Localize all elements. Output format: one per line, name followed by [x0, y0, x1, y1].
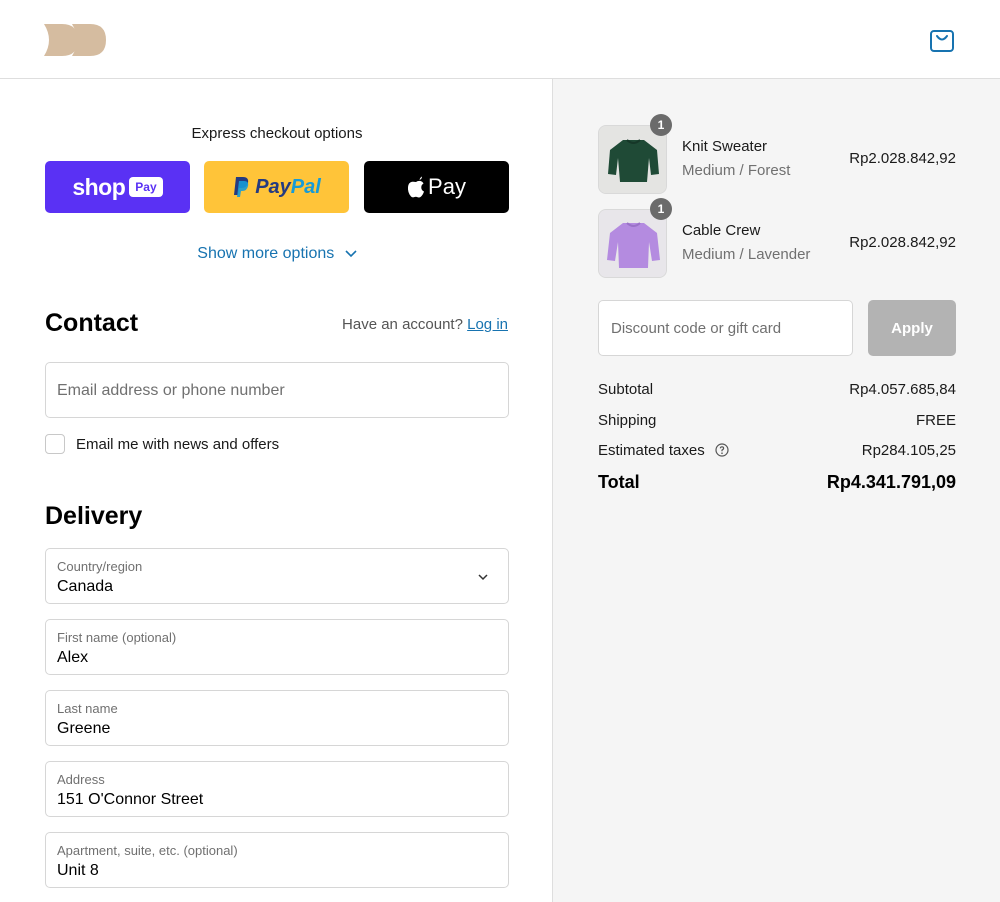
address-label: Address — [57, 772, 105, 787]
last-name-label: Last name — [57, 701, 118, 716]
account-prompt: Have an account? Log in — [342, 316, 508, 333]
discount-code-input[interactable]: Discount code or gift card — [598, 300, 853, 356]
item-price: Rp2.028.842,92 — [849, 234, 956, 251]
login-link[interactable]: Log in — [467, 316, 508, 333]
quantity-badge: 1 — [650, 198, 672, 220]
taxes-label: Estimated taxes — [598, 442, 705, 459]
address-value: 151 O'Connor Street — [57, 791, 204, 808]
apply-discount-button[interactable]: Apply — [868, 300, 956, 356]
email-field[interactable]: Email address or phone number — [45, 362, 509, 418]
show-more-options-link[interactable]: Show more options — [45, 245, 509, 263]
show-more-options-label: Show more options — [197, 245, 335, 262]
last-name-value: Greene — [57, 720, 111, 737]
taxes-row: Estimated taxes Rp284.105,25 — [598, 442, 956, 459]
taxes-value: Rp284.105,25 — [861, 442, 956, 459]
cart-item: 1 Cable Crew Medium / Lavender Rp2.028.8… — [598, 198, 956, 279]
help-circle-icon[interactable] — [715, 443, 729, 457]
shipping-row: Shipping FREE — [598, 412, 956, 429]
express-checkout-title: Express checkout options — [191, 125, 363, 142]
shop-pay-button[interactable]: shop Pay — [45, 161, 190, 213]
address-field[interactable]: Address 151 O'Connor Street — [45, 761, 509, 817]
order-summary: 1 Knit Sweater Medium / Forest Rp2.028.8… — [552, 79, 1000, 902]
first-name-label: First name (optional) — [57, 630, 177, 645]
item-variant: Medium / Forest — [682, 162, 791, 179]
brand-logo-icon[interactable] — [44, 22, 108, 58]
subtotal-row: Subtotal Rp4.057.685,84 — [598, 381, 956, 398]
email-placeholder: Email address or phone number — [57, 382, 285, 399]
contact-heading: Contact — [45, 309, 139, 337]
first-name-field[interactable]: First name (optional) Alex — [45, 619, 509, 675]
shop-pay-wordmark: shop — [72, 173, 126, 200]
apartment-field[interactable]: Apartment, suite, etc. (optional) Unit 8 — [45, 832, 509, 888]
subtotal-label: Subtotal — [598, 381, 654, 398]
delivery-heading: Delivery — [45, 502, 143, 530]
cart-item: 1 Knit Sweater Medium / Forest Rp2.028.8… — [598, 114, 956, 195]
sweater-image — [599, 210, 666, 277]
item-variant: Medium / Lavender — [682, 246, 811, 263]
quantity-badge: 1 — [650, 114, 672, 136]
apple-pay-label: Pay — [428, 174, 466, 199]
shopping-bag-icon[interactable] — [927, 26, 957, 56]
newsletter-label: Email me with news and offers — [76, 435, 280, 453]
newsletter-checkbox[interactable] — [45, 434, 65, 454]
first-name-value: Alex — [57, 649, 89, 666]
apartment-label: Apartment, suite, etc. (optional) — [57, 843, 238, 858]
subtotal-value: Rp4.057.685,84 — [849, 381, 956, 398]
country-label: Country/region — [57, 559, 143, 574]
account-prompt-text: Have an account? — [342, 316, 463, 333]
checkout-form: Express checkout options shop Pay PayPal… — [0, 79, 553, 902]
item-name: Cable Crew — [682, 222, 761, 239]
top-header — [0, 0, 1000, 79]
chevron-down-icon — [478, 574, 488, 581]
shipping-value: FREE — [915, 412, 956, 429]
total-row: Total Rp4.341.791,09 — [598, 472, 956, 493]
paypal-word-pal: Pal — [290, 175, 321, 198]
item-price: Rp2.028.842,92 — [849, 150, 956, 167]
apartment-value: Unit 8 — [57, 862, 99, 879]
total-label: Total — [598, 472, 640, 492]
country-value: Canada — [57, 578, 114, 595]
apple-pay-button[interactable]: Pay — [364, 161, 509, 213]
chevron-down-icon — [345, 250, 357, 258]
shipping-label: Shipping — [598, 412, 657, 429]
last-name-field[interactable]: Last name Greene — [45, 690, 509, 746]
apple-icon — [407, 176, 425, 198]
country-select[interactable]: Country/region Canada — [45, 548, 509, 604]
paypal-word-pay: Pay — [255, 175, 291, 198]
paypal-icon — [234, 177, 249, 197]
shop-pay-pill: Pay — [129, 177, 163, 197]
discount-placeholder: Discount code or gift card — [611, 320, 782, 337]
sweater-image — [599, 126, 666, 193]
total-value: Rp4.341.791,09 — [826, 472, 956, 492]
item-name: Knit Sweater — [682, 138, 768, 155]
newsletter-option: Email me with news and offers — [45, 434, 279, 454]
paypal-button[interactable]: PayPal — [204, 161, 349, 213]
